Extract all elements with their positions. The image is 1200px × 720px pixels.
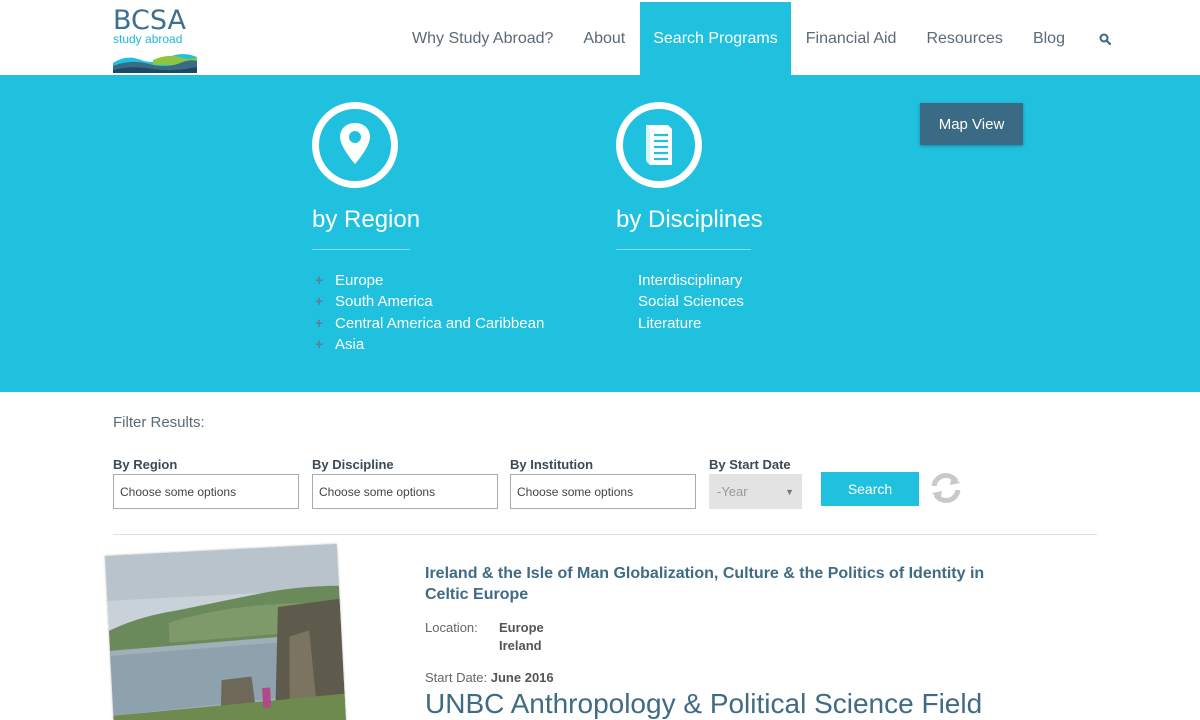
site-header: BCSA study abroad Why Study Abroad? Abou… (0, 0, 1200, 75)
region-filter-select[interactable]: Choose some options (113, 474, 299, 509)
discipline-filter-label: By Discipline (312, 457, 394, 472)
region-item-europe[interactable]: + Europe (315, 270, 544, 291)
plus-icon: + (315, 335, 324, 352)
nav-search-programs[interactable]: Search Programs (640, 2, 791, 75)
region-title[interactable]: by Region (312, 206, 420, 234)
region-item-label: Europe (335, 272, 384, 289)
region-divider (312, 249, 410, 250)
nav-about[interactable]: About (568, 2, 640, 75)
region-item-label: South America (335, 293, 433, 311)
plus-icon: + (315, 314, 324, 331)
institution-filter-select[interactable]: Choose some options (510, 474, 696, 509)
refresh-icon[interactable] (930, 472, 962, 504)
start-date-value: June 2016 (490, 670, 554, 685)
discipline-item-interdisciplinary[interactable]: Interdisciplinary (638, 270, 744, 291)
program-title[interactable]: Ireland & the Isle of Man Globalization,… (425, 563, 1005, 605)
start-date-label: Start Date: (425, 670, 488, 685)
location-region: Europe (499, 620, 544, 635)
discipline-filter-select[interactable]: Choose some options (312, 474, 498, 509)
main-nav: Why Study Abroad? About Search Programs … (397, 2, 1130, 75)
program-photo[interactable] (105, 543, 347, 720)
disciplines-circle[interactable] (616, 102, 702, 188)
disciplines-title[interactable]: by Disciplines (616, 206, 763, 234)
nav-blog[interactable]: Blog (1018, 2, 1080, 75)
bcsa-logo[interactable]: BCSA study abroad (113, 6, 197, 73)
disciplines-divider (616, 249, 751, 250)
search-banner: by Region + Europe + South America + Centra… (0, 75, 1200, 392)
region-item-label: Central America and Caribbean (335, 314, 545, 332)
year-select-value: -Year (717, 484, 748, 499)
discipline-item-social-sciences[interactable]: Social Sciences (638, 291, 744, 312)
nav-financial-aid[interactable]: Financial Aid (791, 2, 912, 75)
region-item-south-america[interactable]: + South America (315, 291, 544, 312)
location-country: Ireland (499, 638, 542, 653)
discipline-item-literature[interactable]: Literature (638, 313, 744, 334)
map-pin-icon (340, 123, 370, 164)
search-icon (1099, 33, 1111, 45)
institution-filter-label: By Institution (510, 457, 594, 472)
location-label: Location: (425, 620, 478, 635)
results-divider (113, 534, 1097, 535)
logo-waves-icon (113, 54, 197, 73)
chevron-down-icon: ▼ (785, 486, 794, 497)
coastal-castle-image (105, 543, 347, 720)
nav-search-button[interactable] (1080, 2, 1130, 75)
start-date-row: Start Date: June 2016 (425, 670, 554, 685)
nav-resources[interactable]: Resources (911, 2, 1017, 75)
nav-why-study-abroad[interactable]: Why Study Abroad? (397, 2, 568, 75)
region-item-label: Asia (335, 335, 365, 353)
start-date-filter-label: By Start Date (709, 457, 791, 472)
disciplines-list: Interdisciplinary Social Sciences Litera… (638, 270, 744, 334)
region-filter-label: By Region (113, 457, 178, 472)
filter-heading: Filter Results: (113, 414, 205, 431)
region-circle[interactable] (312, 102, 398, 188)
map-view-button[interactable]: Map View (920, 103, 1023, 145)
region-item-asia[interactable]: + Asia (315, 334, 544, 355)
region-list: + Europe + South America + Central America … (315, 270, 544, 355)
next-program-title[interactable]: UNBC Anthropology & Political Science Fi… (425, 688, 982, 720)
book-icon (646, 125, 672, 165)
year-select[interactable]: -Year ▼ (709, 474, 802, 509)
region-item-central-america[interactable]: + Central America and Caribbean (315, 313, 544, 334)
search-button[interactable]: Search (821, 472, 919, 506)
plus-icon: + (315, 293, 324, 310)
plus-icon: + (315, 272, 324, 288)
